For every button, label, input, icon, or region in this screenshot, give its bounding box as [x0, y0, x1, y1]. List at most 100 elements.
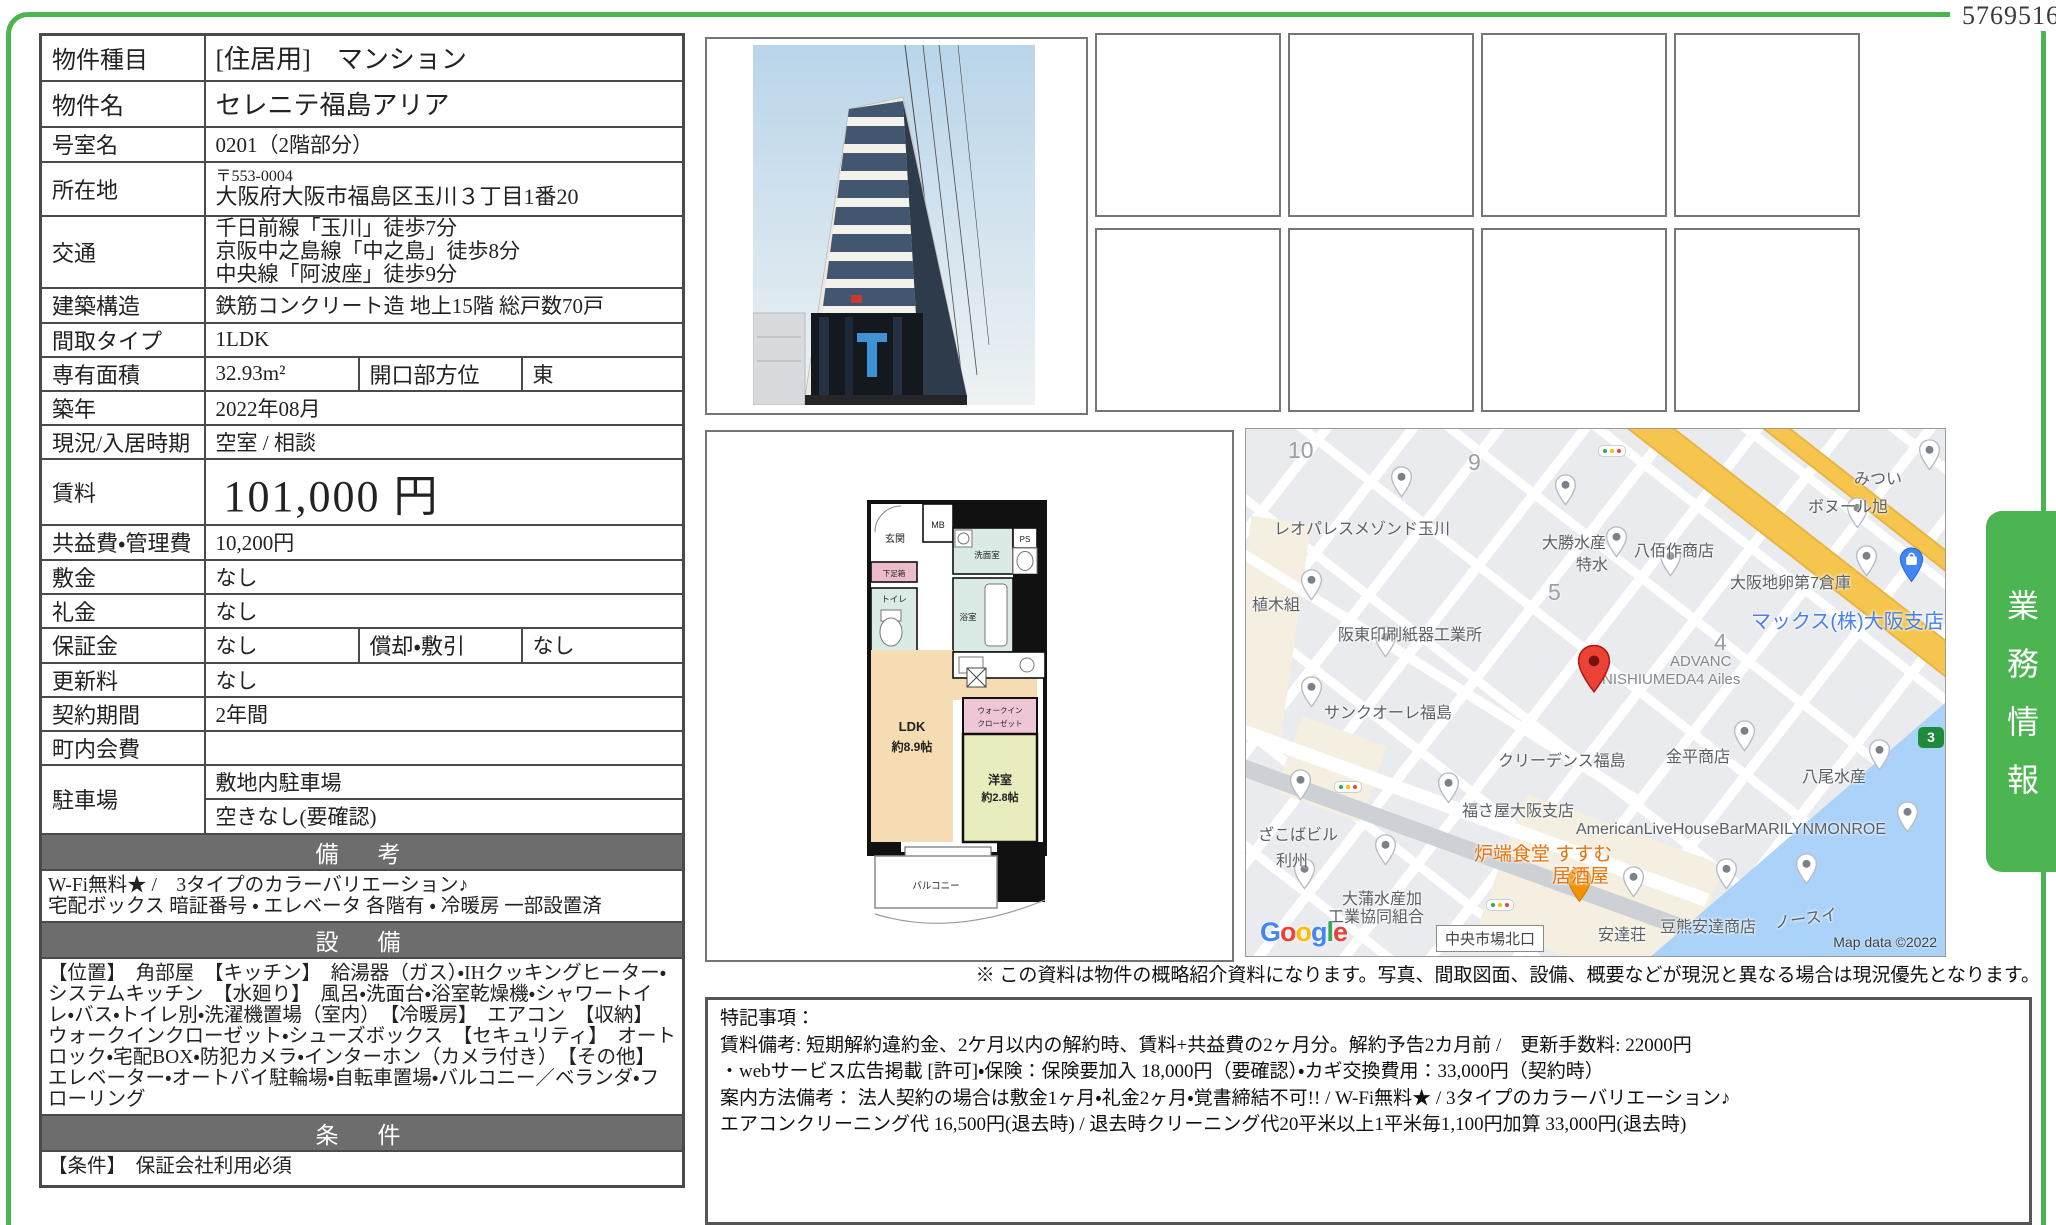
plan-label-bath: 浴室	[959, 612, 977, 622]
key-money-value: なし	[205, 594, 684, 628]
building-photo-image	[753, 45, 1035, 405]
remarks-line-1: W-Fi無料★ / 3タイプのカラーバリエーション♪	[48, 875, 676, 896]
map-place-label: AmericanLiveHouseBarMARILYNMONROE	[1576, 821, 1886, 839]
property-name-value: セレニテ福島アリア	[205, 81, 684, 127]
remarks-text: W-Fi無料★ / 3タイプのカラーバリエーション♪ 宅配ボックス 暗証番号 ・…	[41, 870, 684, 922]
map-pin[interactable]	[1437, 772, 1460, 804]
plan-label-ldk-size: 約8.9帖	[891, 739, 933, 754]
structure-value: 鉄筋コンクリート造 地上15階 総戸数70戸	[205, 288, 684, 323]
map-pin[interactable]	[1622, 866, 1645, 898]
map-place-label: 豆熊安達商店	[1660, 913, 1756, 937]
map-place-label: みつい	[1854, 465, 1902, 489]
conditions-text: 【条件】 保証会社利用必須	[41, 1151, 684, 1187]
store-pin[interactable]	[1898, 547, 1925, 583]
facing-value: 東	[522, 357, 684, 391]
plan-label-genkan: 玄関	[885, 532, 905, 545]
equipment-section-header: 設 備	[41, 922, 684, 958]
notes-line-2: 賃料備考: 短期解約違約金、2ケ月以内の解約時、賃料+共益費の2ヶ月分。解約予告…	[720, 1033, 2017, 1060]
parking-value-1: 敷地内駐車場	[205, 765, 684, 799]
map-pin[interactable]	[1554, 474, 1577, 506]
row-label-amortization: 償却・敷引	[359, 628, 522, 663]
row-label-status: 現況/入居時期	[41, 425, 205, 459]
google-logo: Google	[1260, 917, 1347, 948]
map-place-label: レオパレスメゾンド玉川	[1274, 515, 1450, 539]
map-place-label: 金平商店	[1666, 743, 1730, 767]
address-value: 〒553-0004 大阪府大阪市福島区玉川３丁目1番20	[205, 162, 684, 216]
property-location-pin[interactable]	[1575, 644, 1613, 694]
photo-placeholder	[1095, 33, 1281, 217]
map-pin[interactable]	[1733, 720, 1756, 752]
map-pin[interactable]	[1300, 569, 1323, 601]
row-label-key-money: 礼金	[41, 594, 205, 628]
map-pin[interactable]	[1715, 858, 1738, 890]
row-label-guarantee: 保証金	[41, 628, 205, 663]
amortization-value: なし	[522, 628, 684, 663]
map-pin[interactable]	[1374, 834, 1397, 866]
map-attribution: Map data ©2022	[1833, 934, 1937, 950]
row-label-built: 築年	[41, 391, 205, 425]
photo-placeholder	[1481, 228, 1667, 412]
business-info-tab[interactable]: 業務情報	[1986, 511, 2056, 872]
plan-label-western-room-size: 約2.8帖	[980, 790, 1018, 804]
guarantee-value: なし	[205, 628, 359, 663]
plan-label-ldk: LDK	[899, 719, 926, 734]
layout-type-value: 1LDK	[205, 323, 684, 357]
equipment-text: 【位置】 角部屋 【キッチン】 給湯器（ガス）・IHクッキングヒーター・システム…	[41, 958, 684, 1115]
row-label-fees: 共益費・管理費	[41, 525, 205, 560]
map-pin[interactable]	[1605, 526, 1628, 558]
map-pin[interactable]	[1300, 676, 1323, 708]
map-place-label: 植木組	[1252, 591, 1300, 615]
map-place-label: クリーデンス福島	[1498, 747, 1626, 771]
floor-plan-drawing: MB 玄関 下足箱 トイレ 洗面室 PS 浴室	[867, 500, 1047, 930]
map-place-label: 福さ屋大阪支店	[1462, 797, 1574, 821]
photo-placeholder	[1481, 33, 1667, 217]
row-label-area: 専有面積	[41, 357, 205, 391]
row-label-access: 交通	[41, 216, 205, 288]
notes-line-3: ・webサービス広告掲載 [許可]・保険：保険要加入 18,000円（要確認）・…	[720, 1059, 2017, 1086]
map-place-label: 安達荘	[1598, 921, 1646, 945]
map-pin[interactable]	[1289, 769, 1312, 801]
access-line-2: 京阪中之島線「中之島」徒歩8分	[216, 240, 683, 263]
map-pin[interactable]	[1390, 466, 1413, 498]
location-map[interactable]: 10 9 5 4 レオパレスメゾンド玉川 大勝水産 特水 植木組 阪東印刷紙器工…	[1245, 428, 1946, 957]
status-value: 空室 / 相談	[205, 425, 684, 459]
row-label-room-no: 号室名	[41, 127, 205, 162]
plan-label-washroom: 洗面室	[974, 550, 1000, 560]
document-number: 5769516	[1950, 1, 2056, 31]
map-place-label: 特水	[1576, 551, 1608, 575]
plan-label-ps: PS	[1020, 535, 1031, 544]
traffic-light-icon	[1334, 781, 1362, 793]
rent-value: 101,000 円	[205, 459, 684, 525]
map-pin[interactable]	[1918, 439, 1941, 471]
plan-label-western-room: 洋室	[988, 772, 1012, 787]
deposit-value: なし	[205, 560, 684, 594]
notes-line-4: 案内方法備考： 法人契約の場合は敷金1ヶ月・礼金2ヶ月・覚書締結不可!! / W…	[720, 1086, 2017, 1113]
plan-label-toilet: トイレ	[881, 594, 907, 604]
map-pin[interactable]	[1855, 545, 1878, 577]
map-place-label: サンクオーレ福島	[1324, 699, 1452, 723]
map-pin[interactable]	[1795, 853, 1818, 885]
row-label-structure: 建築構造	[41, 288, 205, 323]
notes-line-5: エアコンクリーニング代 16,500円(退去時) / 退去時クリーニング代20平…	[720, 1112, 2017, 1139]
row-label-parking: 駐車場	[41, 765, 205, 834]
map-place-label: NISHIUMEDA4 Ailes	[1602, 671, 1740, 688]
map-pin[interactable]	[1868, 739, 1891, 771]
notes-line-1: 特記事項：	[720, 1006, 2017, 1033]
map-place-label: 大阪地卵第7倉庫	[1730, 569, 1851, 593]
row-label-contract-term: 契約期間	[41, 697, 205, 731]
plan-label-wic-1: ウォークイン	[978, 706, 1023, 715]
map-block-number: 5	[1548, 579, 1561, 606]
building-photo	[705, 37, 1088, 415]
map-block-number: 4	[1714, 629, 1727, 656]
photo-placeholder	[1674, 228, 1860, 412]
property-spec-table: 物件種目 [住居用] マンション 物件名 セレニテ福島アリア 号室名 0201（…	[39, 33, 685, 1188]
map-station-exit-label: 中央市場北口	[1436, 925, 1544, 952]
map-place-label-store[interactable]: マックス(株)大阪支店	[1751, 605, 1944, 634]
map-pin[interactable]	[1896, 801, 1919, 833]
business-info-tab-label: 業務情報	[1998, 563, 2044, 821]
photo-placeholder	[1288, 228, 1474, 412]
map-block-number: 10	[1288, 437, 1314, 464]
map-place-label-restaurant: 居酒屋	[1552, 861, 1609, 888]
row-label-layout-type: 間取タイプ	[41, 323, 205, 357]
row-label-renewal-fee: 更新料	[41, 663, 205, 697]
